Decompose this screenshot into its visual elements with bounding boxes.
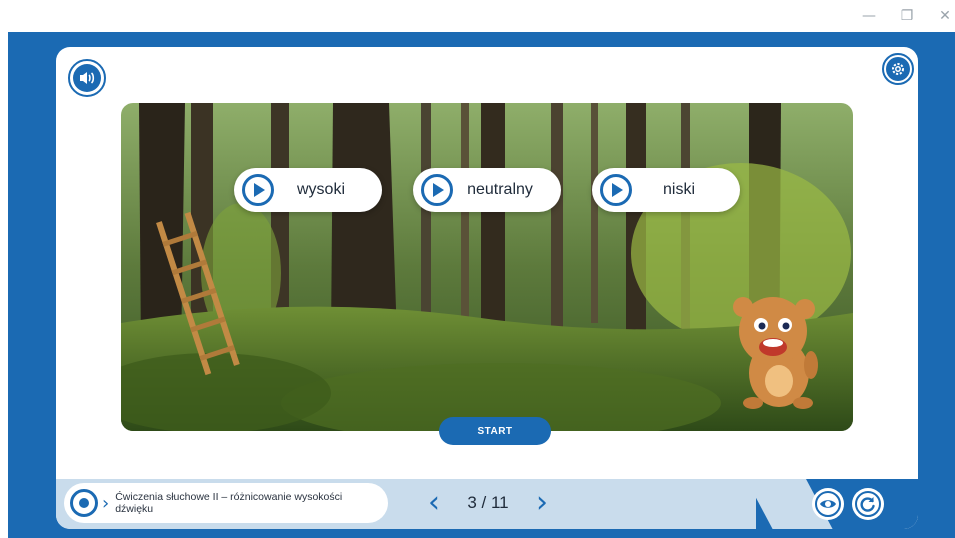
option-neutral-button[interactable]: neutralny <box>413 168 561 212</box>
settings-button[interactable] <box>882 53 914 85</box>
maximize-button[interactable]: ❐ <box>896 6 918 26</box>
minimize-button[interactable]: — <box>858 6 880 26</box>
reset-button[interactable] <box>852 488 884 520</box>
page-indicator: 3 / 11 <box>467 493 509 512</box>
record-icon <box>79 498 89 508</box>
preview-button[interactable] <box>812 488 844 520</box>
play-icon <box>242 174 274 206</box>
chevron-right-icon: › <box>102 492 110 514</box>
option-neutral-label: neutralny <box>467 181 533 198</box>
app-frame: wysoki neutralny niski START › Ćwiczenia… <box>8 32 955 538</box>
start-button[interactable]: START <box>439 417 551 445</box>
play-icon <box>600 174 632 206</box>
lesson-title: Ćwiczenia słuchowe II – różnicowanie wys… <box>115 491 343 515</box>
speaker-icon <box>73 64 101 92</box>
gear-icon <box>886 57 910 81</box>
close-button[interactable]: ✕ <box>934 6 955 26</box>
next-page-button[interactable]: › <box>536 485 548 521</box>
lesson-info: › Ćwiczenia słuchowe II – różnicowanie w… <box>64 483 388 523</box>
record-button[interactable] <box>70 489 98 517</box>
play-icon <box>421 174 453 206</box>
sound-button[interactable] <box>68 59 106 97</box>
prev-page-button[interactable]: ‹ <box>428 485 440 521</box>
main-panel: wysoki neutralny niski START › Ćwiczenia… <box>56 47 918 529</box>
option-low-button[interactable]: niski <box>592 168 740 212</box>
option-high-label: wysoki <box>296 181 345 198</box>
option-high-button[interactable]: wysoki <box>234 168 382 212</box>
forest-background <box>121 103 853 431</box>
forest-scene: wysoki neutralny niski <box>121 103 853 431</box>
reset-icon <box>855 491 881 517</box>
window-titlebar: — ❐ ✕ <box>0 0 955 32</box>
pagination: ‹ 3 / 11 › <box>428 485 548 521</box>
option-low-label: niski <box>662 181 695 198</box>
eye-icon <box>815 491 841 517</box>
